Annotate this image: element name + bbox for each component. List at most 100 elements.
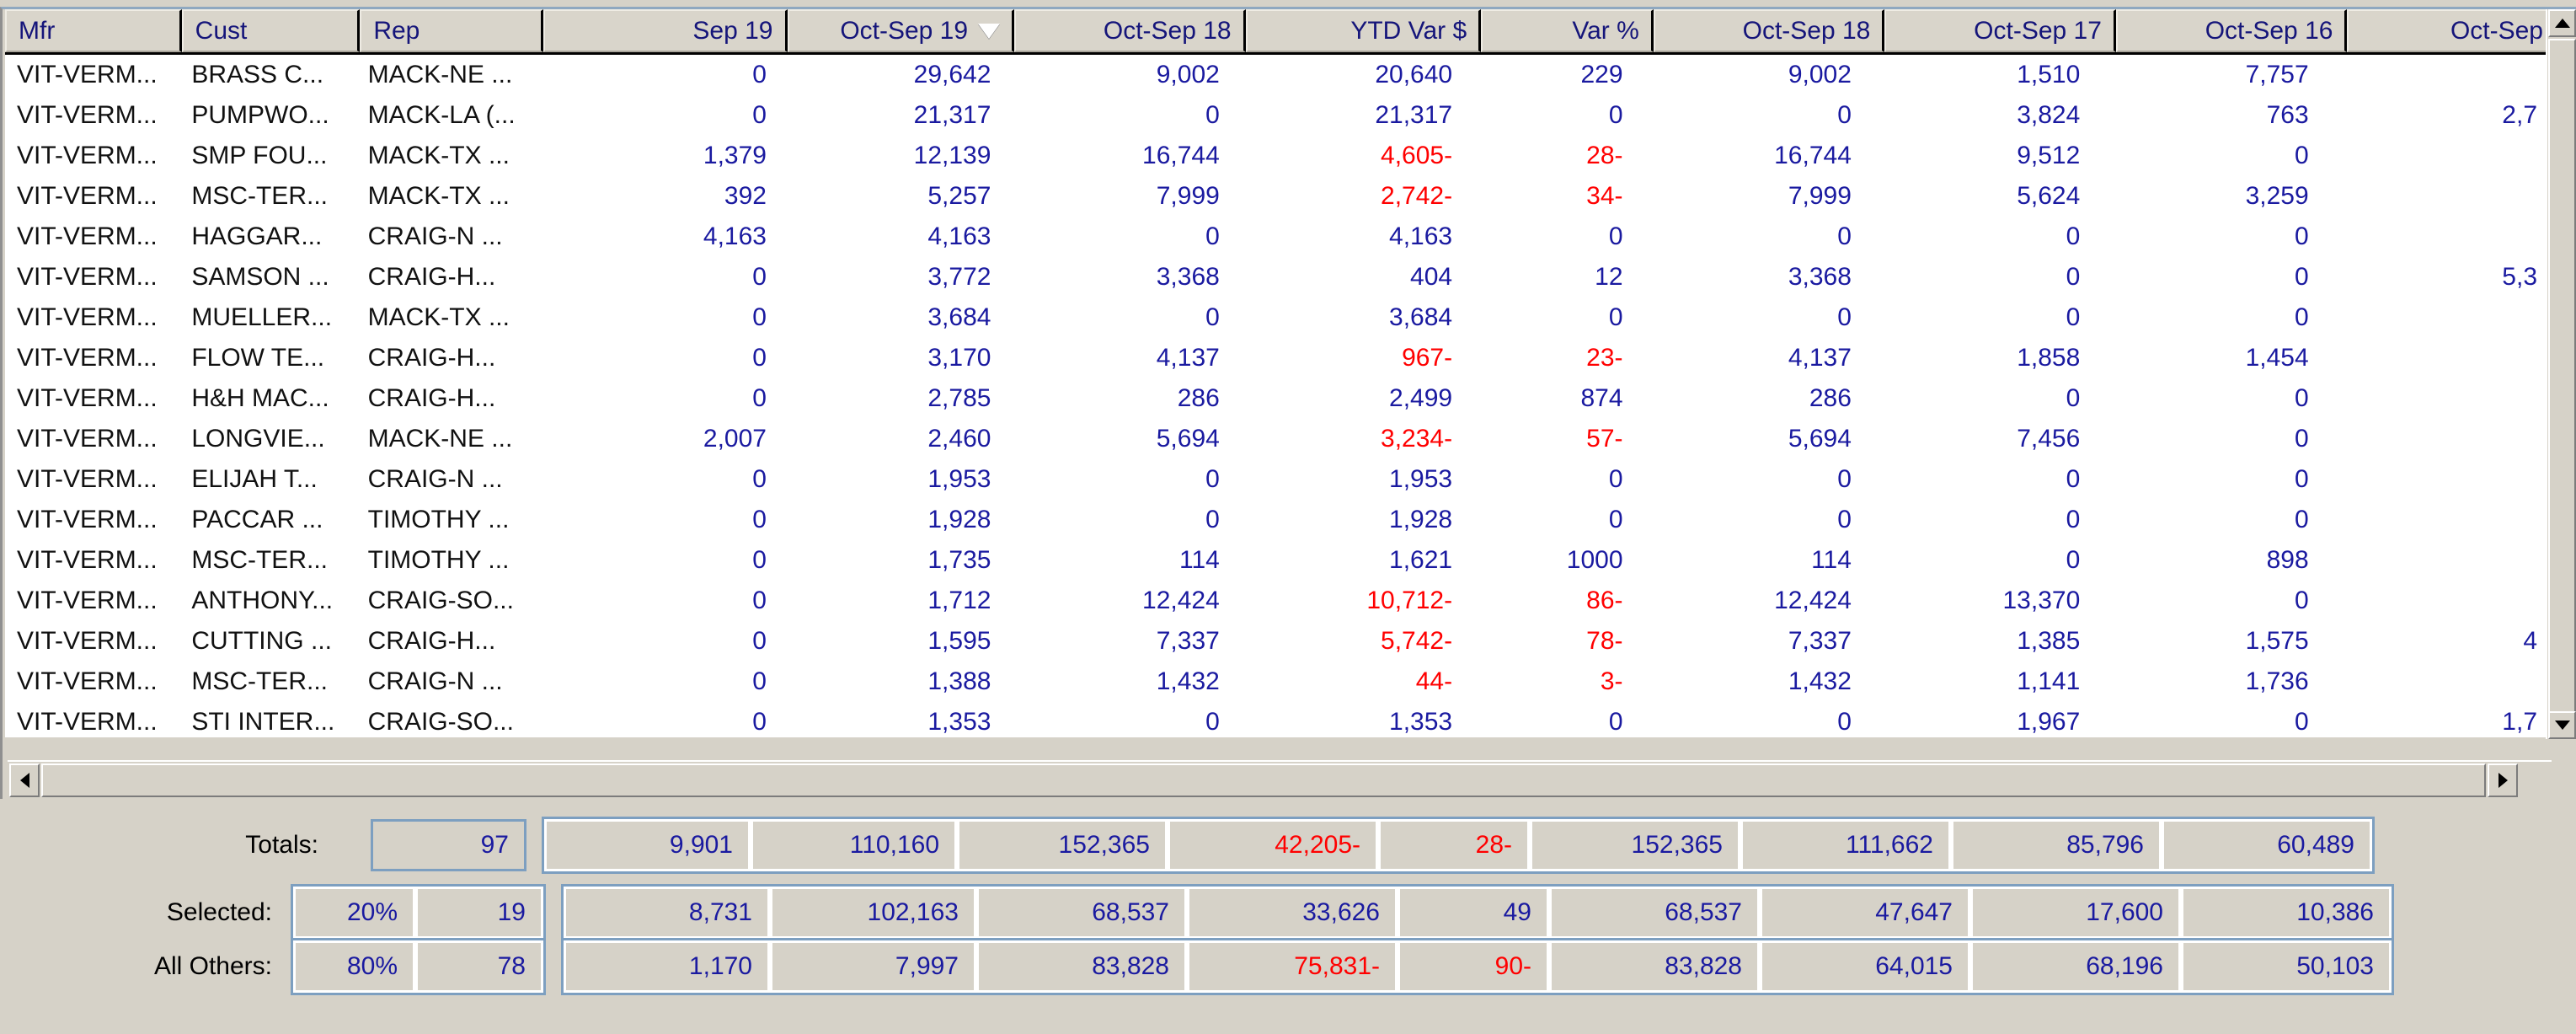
cell-cust: BRASS C... [191,61,324,88]
column-header-octsep19[interactable]: Oct-Sep 19 [787,9,1015,52]
cell-octsep18b: 0 [1837,506,1852,533]
column-header-label: Mfr [19,16,56,45]
cell-rep: CRAIG-N ... [367,465,503,493]
scroll-up-button[interactable] [2548,9,2576,37]
totals-box-group: 9,901 110,160 152,365 42,205- 28- 152,365 111,… [542,817,2375,874]
table-row[interactable]: VIT-VERM... BRASS C... MACK-NE ... 0 29,642 9… [5,55,2549,95]
column-header-rep[interactable]: Rep [360,9,543,52]
cell-octsep18b: 7,337 [1788,627,1852,655]
table-row[interactable]: VIT-VERM... MSC-TER... CRAIG-N ... 0 1,388 1,… [5,662,2549,702]
cell-octsep18a: 0 [1205,465,1220,493]
cell-ytdvar: 404 [1410,263,1453,291]
scroll-down-button[interactable] [2548,711,2576,739]
column-header-octsep18b[interactable]: Oct-Sep 18 [1653,9,1885,52]
selected-count: 19 [415,887,543,939]
table-row[interactable]: VIT-VERM... MSC-TER... MACK-TX ... 392 5,257… [5,176,2549,217]
cell-octsep16: 1,736 [2245,667,2309,695]
all-others-box-group: 1,170 7,997 83,828 75,831- 90- 83,828 64,015 68… [561,938,2394,995]
cell-varpct: 1000 [1566,546,1623,574]
cell-rep: CRAIG-H... [367,263,496,291]
cell-octsep19: 1,595 [927,627,991,655]
cell-cust: FLOW TE... [191,344,325,372]
cell-sep19: 0 [752,708,767,736]
vertical-scrollbar[interactable] [2546,9,2576,739]
cell-cust: MSC-TER... [191,182,328,210]
cell-octsep16: 0 [2294,708,2309,736]
horizontal-scrollbar[interactable] [8,760,2552,799]
table-row[interactable]: VIT-VERM... ANTHONY... CRAIG-SO... 0 1,712 12… [5,581,2549,621]
table-row[interactable]: VIT-VERM... CUTTING ... CRAIG-H... 0 1,595 7,… [5,621,2549,662]
all-others-value-3: 75,831- [1187,940,1398,993]
cell-cust: MSC-TER... [191,667,328,695]
all-others-values-group: 1,170 7,997 83,828 75,831- 90- 83,828 64,015 68… [561,938,2394,995]
column-header-octsep18a[interactable]: Oct-Sep 18 [1014,9,1246,52]
cell-octsep18a: 7,337 [1156,627,1220,655]
totals-value-3: 42,205- [1168,819,1378,871]
table-row[interactable]: VIT-VERM... SAMSON ... CRAIG-H... 0 3,772 3,3… [5,257,2549,297]
selected-value-3: 33,626 [1187,887,1398,939]
table-row[interactable]: VIT-VERM... STI INTER... CRAIG-SO... 0 1,353… [5,702,2549,737]
column-header-octsep17[interactable]: Oct-Sep 17 [1884,9,2116,52]
cell-octsep17: 0 [2066,465,2081,493]
table-row[interactable]: VIT-VERM... MSC-TER... TIMOTHY ... 0 1,735 11… [5,540,2549,581]
column-header-cust[interactable]: Cust [181,9,361,52]
cell-sep19: 0 [752,263,767,291]
cell-mfr: VIT-VERM... [17,627,158,655]
cell-varpct: 0 [1608,708,1623,736]
scroll-right-button[interactable] [2488,763,2518,797]
table-row[interactable]: VIT-VERM... HAGGAR... CRAIG-N ... 4,163 4,16… [5,217,2549,257]
vertical-scroll-thumb[interactable] [2548,39,2576,713]
table-row[interactable]: VIT-VERM... FLOW TE... CRAIG-H... 0 3,170 4,1… [5,338,2549,378]
table-row[interactable]: VIT-VERM... ELIJAH T... CRAIG-N ... 0 1,953 0… [5,459,2549,500]
cell-octsep17: 1,967 [2017,708,2081,736]
cell-octsep16: 0 [2294,384,2309,412]
cell-octsep18a: 4,137 [1156,344,1220,372]
table-row[interactable]: VIT-VERM... PACCAR ... TIMOTHY ... 0 1,928 0 1… [5,500,2549,540]
totals-value-1: 110,160 [751,819,957,871]
column-header-label: Oct-Sep 18 [1103,16,1232,45]
cell-ytdvar: 967- [1402,344,1453,372]
table-row[interactable]: VIT-VERM... H&H MAC... CRAIG-H... 0 2,785 286… [5,378,2549,419]
cell-sep19: 392 [724,182,767,210]
cell-ytdvar: 2,499 [1389,384,1453,412]
cell-rep: MACK-TX ... [367,303,510,331]
cell-octsep18b: 286 [1809,384,1852,412]
scroll-left-button[interactable] [9,763,40,797]
table-row[interactable]: VIT-VERM... SMP FOU... MACK-TX ... 1,379 12,… [5,136,2549,176]
cell-varpct: 78- [1586,627,1623,655]
cell-octsep17: 1,510 [2017,61,2081,88]
totals-value-4: 28- [1378,819,1530,871]
cell-octsep17: 7,456 [2017,425,2081,453]
totals-label: Totals: [245,831,318,859]
column-header-ytdvar[interactable]: YTD Var $ [1245,9,1482,52]
table-row[interactable]: VIT-VERM... PUMPWO... MACK-LA (... 0 21,317 0… [5,95,2549,136]
cell-sep19: 0 [752,344,767,372]
table-row[interactable]: VIT-VERM... LONGVIE... MACK-NE ... 2,007 2,4… [5,419,2549,459]
cell-octsep19: 2,460 [927,425,991,453]
cell-mfr: VIT-VERM... [17,708,158,736]
cell-octsep17: 1,385 [2017,627,2081,655]
cell-ytdvar: 3,684 [1389,303,1453,331]
column-header-varpct[interactable]: Var % [1481,9,1654,52]
all-others-value-0: 1,170 [564,940,770,993]
horizontal-scroll-track[interactable] [41,763,2486,797]
sort-descending-triangle-icon [978,23,1001,39]
totals-value-8: 60,489 [2162,819,2372,871]
column-header-mfr[interactable]: Mfr [5,9,182,52]
cell-ytdvar: 4,605- [1381,142,1453,169]
column-header-sep19[interactable]: Sep 19 [542,9,788,52]
cell-cust: ELIJAH T... [191,465,318,493]
column-header-octsep1x[interactable]: Oct-Sep 1 [2347,9,2576,52]
column-header-octsep16[interactable]: Oct-Sep 16 [2115,9,2348,52]
selected-percent: 20% [293,887,415,939]
cell-octsep17: 0 [2066,546,2081,574]
totals-value-7: 85,796 [1951,819,2162,871]
all-others-value-2: 83,828 [976,940,1187,993]
totals-value-6: 111,662 [1740,819,1951,871]
table-row[interactable]: VIT-VERM... MUELLER... MACK-TX ... 0 3,684 0 3… [5,297,2549,338]
column-header-label: Oct-Sep 18 [1742,16,1871,45]
cell-octsep19: 1,712 [927,587,991,614]
grid-body[interactable]: VIT-VERM... BRASS C... MACK-NE ... 0 29,642 9… [5,55,2549,737]
cell-octsep16: 0 [2294,425,2309,453]
cell-mfr: VIT-VERM... [17,587,158,614]
